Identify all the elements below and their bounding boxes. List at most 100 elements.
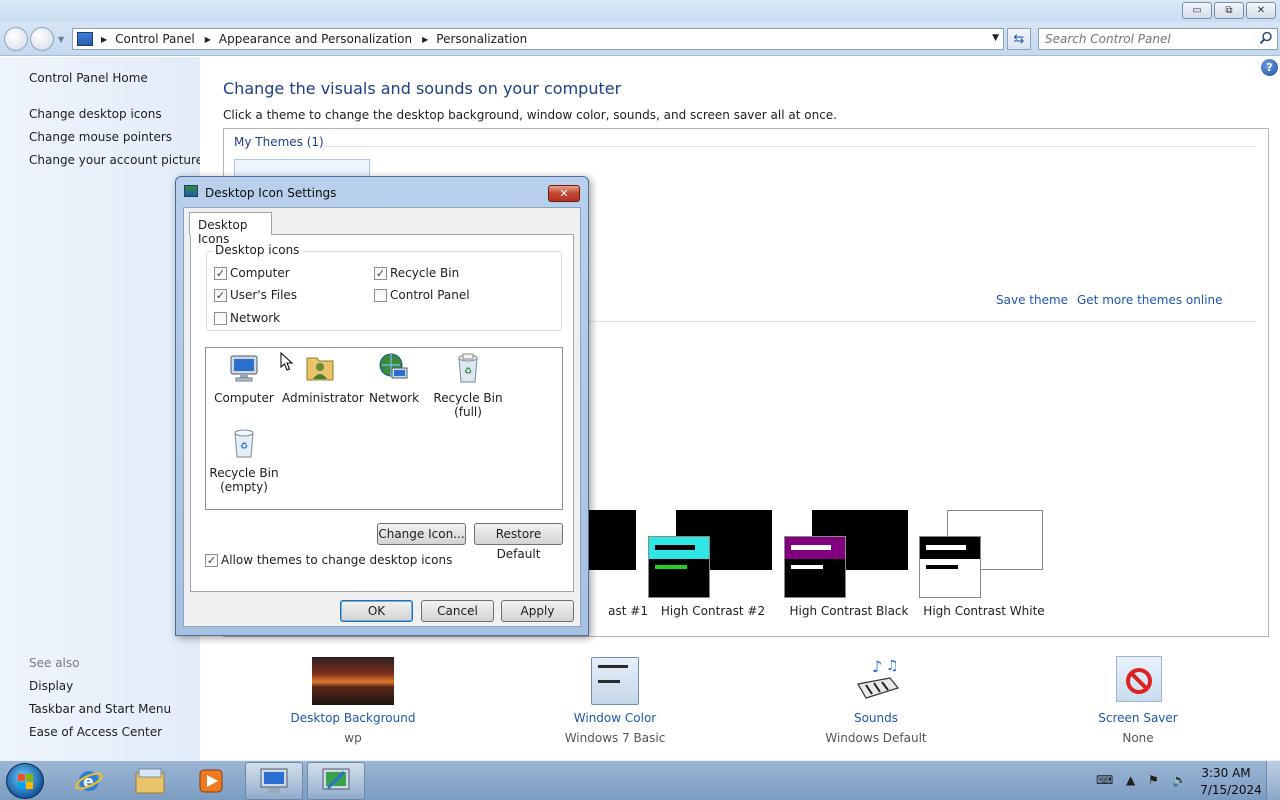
theme-label: High Contrast #2 [660,604,766,618]
desktop-icon-list[interactable]: Computer Administrator Network ♻ Recycle… [205,347,563,510]
control-panel-home-link[interactable]: Control Panel Home [29,71,148,85]
change-desktop-icons-link[interactable]: Change desktop icons [29,107,162,121]
allow-themes-checkbox[interactable]: ✓ Allow themes to change desktop icons [205,553,452,567]
screen-saver-setting[interactable]: Screen Saver None [1048,654,1228,754]
computer-list-item[interactable]: Computer [206,352,282,405]
show-desktop-button[interactable] [1266,761,1280,800]
checkmark-icon[interactable]: ✓ [205,553,218,567]
apply-button[interactable]: Apply [501,600,574,622]
window-color-icon-bar [598,665,628,668]
tab-panel: Desktop icons ✓ Computer ✓ Recycle Bin ✓… [190,234,574,592]
theme-label: High Contrast White [923,604,1045,618]
clock-time[interactable]: 3:30 AM [1196,766,1256,780]
navigation-bar: ▼ ▶ Control Panel ▶ Appearance and Perso… [0,22,1280,56]
desktop-background-thumbnail[interactable] [312,657,394,705]
ok-button[interactable]: OK [340,600,413,622]
window-color-icon[interactable] [591,657,639,705]
icon-label: Computer [214,391,274,405]
show-hidden-icons-icon[interactable]: ▲ [1126,773,1135,787]
recycle-bin-empty-icon: ♻ [234,429,254,458]
ease-of-access-link[interactable]: Ease of Access Center [29,725,162,739]
theme-preview-bar [655,565,687,569]
change-mouse-pointers-link[interactable]: Change mouse pointers [29,130,172,144]
maximize-button[interactable]: ⧉ [1214,2,1244,19]
breadcrumb-appearance[interactable]: Appearance and Personalization [219,32,412,46]
keyboard-icon[interactable]: ⌨ [1096,773,1113,787]
sounds-icon[interactable]: ♪ ♫ [852,654,902,704]
chevron-right-icon[interactable]: ▶ [101,35,107,44]
svg-text:♫: ♫ [886,658,899,674]
network-list-item[interactable]: Network [356,352,432,405]
theme-high-contrast-2[interactable]: High Contrast #2 [648,510,776,620]
chevron-right-icon[interactable]: ▶ [422,35,428,44]
network-checkbox[interactable]: Network [214,311,280,325]
svg-text:♻: ♻ [464,367,472,377]
minimize-button[interactable]: ▭ [1182,2,1212,19]
computer-checkbox[interactable]: ✓ Computer [214,266,290,280]
chevron-right-icon[interactable]: ▶ [205,35,211,44]
control-panel-checkbox[interactable]: Control Panel [374,288,470,302]
internet-explorer-taskbar-button[interactable]: e [60,762,118,800]
left-task-pane: Control Panel Home Change desktop icons … [0,57,203,760]
window-color-setting[interactable]: Window Color Windows 7 Basic [525,654,705,754]
personalization-taskbar-button[interactable] [307,762,365,800]
get-more-themes-link[interactable]: Get more themes online [1077,293,1223,307]
address-bar[interactable]: ▶ Control Panel ▶ Appearance and Persona… [72,28,1004,50]
checkbox-box[interactable] [214,311,227,325]
sounds-setting[interactable]: ♪ ♫ Sounds Windows Default [786,654,966,754]
cancel-button[interactable]: Cancel [421,600,494,622]
clock-date[interactable]: 7/15/2024 [1196,783,1266,797]
theme-high-contrast-black[interactable]: High Contrast Black [784,510,912,620]
tab-desktop-icons[interactable]: Desktop Icons [189,212,272,246]
start-button[interactable] [6,763,44,799]
media-player-taskbar-button[interactable] [182,762,240,800]
close-window-button[interactable]: ✕ [1246,2,1276,19]
svg-text:♪: ♪ [872,657,882,676]
restore-default-button[interactable]: Restore Default [474,523,563,561]
folder-icon [135,768,165,794]
help-icon[interactable]: ? [1261,59,1278,76]
recent-pages-icon[interactable]: ▼ [58,35,64,44]
display-link[interactable]: Display [29,679,73,693]
breadcrumb-control-panel[interactable]: Control Panel [115,32,195,46]
screen-saver-link[interactable]: Screen Saver [1048,711,1228,725]
search-box[interactable] [1038,28,1278,50]
back-button[interactable] [4,27,28,51]
save-theme-link[interactable]: Save theme [996,293,1068,307]
checkmark-icon[interactable]: ✓ [374,266,387,280]
sounds-link[interactable]: Sounds [786,711,966,725]
icon-label: Network [368,391,420,405]
screen-saver-icon[interactable] [1116,656,1162,702]
dialog-close-button[interactable]: ✕ [548,185,580,202]
recycle-bin-full-list-item[interactable]: ♻ Recycle Bin (full) [430,352,506,419]
change-account-picture-link[interactable]: Change your account picture [29,153,203,167]
control-panel-taskbar-button[interactable] [245,762,303,800]
search-icon[interactable] [1259,31,1273,45]
window-color-link[interactable]: Window Color [525,711,705,725]
forward-button[interactable] [30,27,54,51]
checkmark-icon[interactable]: ✓ [214,288,227,302]
checkmark-icon[interactable]: ✓ [214,266,227,280]
checkbox-box[interactable] [374,288,387,302]
desktop-background-link[interactable]: Desktop Background [263,711,443,725]
recycle-bin-checkbox[interactable]: ✓ Recycle Bin [374,266,459,280]
checkbox-label: User's Files [230,288,298,302]
control-panel-icon [260,768,288,793]
theme-high-contrast-white[interactable]: High Contrast White [919,510,1047,620]
desktop-icon-settings-icon [184,185,198,197]
action-center-icon[interactable]: ⚑ [1148,773,1159,787]
change-icon-button[interactable]: Change Icon... [377,523,466,545]
volume-muted-icon[interactable]: 🔈 [1172,773,1187,787]
taskbar-start-menu-link[interactable]: Taskbar and Start Menu [29,702,171,716]
desktop-background-setting[interactable]: Desktop Background wp [263,654,443,754]
file-explorer-taskbar-button[interactable] [121,762,179,800]
theme-preview-bar [791,545,831,550]
users-files-checkbox[interactable]: ✓ User's Files [214,288,297,302]
divider [589,321,1256,322]
recycle-bin-empty-list-item[interactable]: ♻ Recycle Bin (empty) [206,427,282,494]
chevron-down-icon[interactable]: ▼ [992,33,999,43]
icon-label: Administrator [282,391,364,405]
search-input[interactable] [1045,32,1245,46]
breadcrumb-personalization[interactable]: Personalization [436,32,527,46]
refresh-icon[interactable]: ⇆ [1007,28,1031,50]
